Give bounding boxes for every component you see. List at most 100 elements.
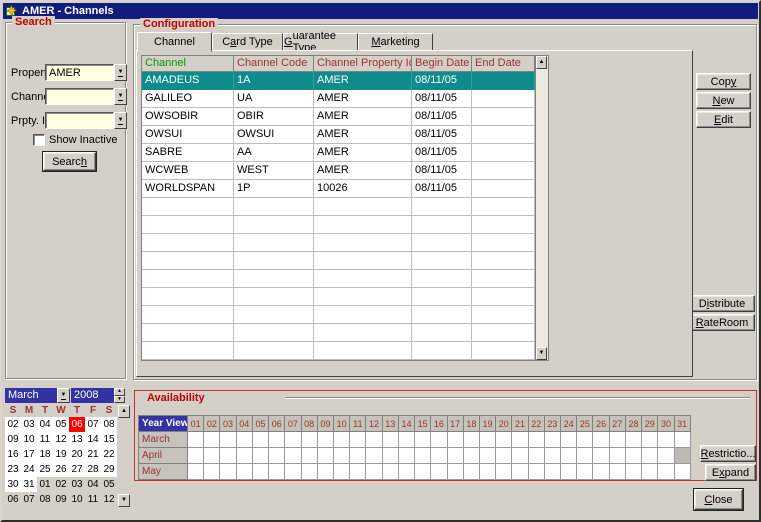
availability-cell[interactable] [512, 464, 528, 480]
scroll-up-icon[interactable]: ▲ [536, 56, 547, 69]
calendar-day[interactable]: 14 [85, 432, 101, 447]
property-input[interactable] [45, 64, 114, 81]
availability-cell[interactable] [610, 432, 626, 448]
expand-button[interactable]: Expand [705, 464, 756, 481]
availability-cell[interactable] [318, 464, 334, 480]
availability-cell[interactable] [302, 464, 318, 480]
availability-cell[interactable] [480, 432, 496, 448]
availability-cell[interactable] [204, 432, 220, 448]
availability-cell[interactable] [415, 464, 431, 480]
availability-cell[interactable] [675, 432, 691, 448]
availability-cell[interactable] [302, 448, 318, 464]
calendar-selected-day[interactable]: 06 [69, 417, 85, 432]
table-row[interactable]: AMADEUS1AAMER08/11/05 [142, 72, 535, 90]
calendar-day[interactable]: 09 [53, 492, 69, 507]
calendar-day[interactable]: 05 [101, 477, 117, 492]
table-empty-row[interactable] [142, 252, 535, 270]
availability-cell[interactable] [285, 448, 301, 464]
table-empty-row[interactable] [142, 306, 535, 324]
tab-guarantee-type[interactable]: Guarantee Type [283, 33, 358, 51]
availability-cell[interactable] [464, 432, 480, 448]
rateroom-button[interactable]: RateRoom [689, 314, 755, 331]
table-row[interactable]: WORLDSPAN1P1002608/11/05 [142, 180, 535, 198]
availability-cell[interactable] [626, 432, 642, 448]
table-row[interactable]: OWSUIOWSUIAMER08/11/05 [142, 126, 535, 144]
availability-cell[interactable] [399, 464, 415, 480]
calendar-day[interactable]: 05 [53, 417, 69, 432]
table-empty-row[interactable] [142, 342, 535, 360]
channel-dropdown-button[interactable]: ▼ [114, 88, 127, 105]
availability-cell[interactable] [383, 432, 399, 448]
calendar-day[interactable]: 28 [85, 462, 101, 477]
calendar-day[interactable]: 22 [101, 447, 117, 462]
availability-cell[interactable] [350, 464, 366, 480]
property-dropdown-button[interactable]: ▼ [114, 64, 127, 81]
availability-cell[interactable] [253, 432, 269, 448]
availability-cell[interactable] [188, 432, 204, 448]
availability-cell[interactable] [285, 432, 301, 448]
availability-cell[interactable] [269, 448, 285, 464]
availability-cell[interactable] [269, 432, 285, 448]
calendar-day[interactable]: 03 [21, 417, 37, 432]
calendar-day[interactable]: 11 [85, 492, 101, 507]
scroll-down-icon[interactable]: ▼ [118, 494, 130, 507]
calendar-day[interactable]: 08 [101, 417, 117, 432]
availability-cell[interactable] [512, 448, 528, 464]
table-row[interactable]: SABREAAAMER08/11/05 [142, 144, 535, 162]
calendar-day[interactable]: 26 [53, 462, 69, 477]
availability-cell[interactable] [675, 448, 691, 464]
availability-cell[interactable] [366, 448, 382, 464]
table-row[interactable]: OWSOBIROBIRAMER08/11/05 [142, 108, 535, 126]
search-button[interactable]: Search [43, 152, 96, 171]
availability-cell[interactable] [448, 432, 464, 448]
availability-cell[interactable] [399, 448, 415, 464]
availability-cell[interactable] [237, 448, 253, 464]
calendar-day[interactable]: 12 [101, 492, 117, 507]
calendar-day[interactable]: 24 [21, 462, 37, 477]
show-inactive-row[interactable]: Show Inactive [33, 134, 117, 146]
calendar-day[interactable]: 23 [5, 462, 21, 477]
calendar-day[interactable]: 06 [5, 492, 21, 507]
availability-cell[interactable] [577, 464, 593, 480]
year-view-cell[interactable]: Year View [139, 416, 188, 432]
calendar-day[interactable]: 07 [85, 417, 101, 432]
show-inactive-checkbox[interactable] [33, 134, 45, 146]
availability-cell[interactable] [302, 432, 318, 448]
availability-cell[interactable] [626, 448, 642, 464]
availability-cell[interactable] [415, 432, 431, 448]
calendar-day[interactable]: 04 [85, 477, 101, 492]
scroll-up-icon[interactable]: ▲ [118, 405, 130, 418]
availability-cell[interactable] [593, 464, 609, 480]
calendar-day[interactable]: 01 [37, 477, 53, 492]
availability-cell[interactable] [253, 464, 269, 480]
availability-cell[interactable] [350, 448, 366, 464]
spinner-down-icon[interactable]: ▼ [114, 396, 125, 404]
calendar-day[interactable]: 10 [69, 492, 85, 507]
calendar-day[interactable]: 11 [37, 432, 53, 447]
spinner-up-icon[interactable]: ▲ [114, 388, 125, 396]
availability-cell[interactable] [593, 448, 609, 464]
availability-cell[interactable] [415, 448, 431, 464]
availability-cell[interactable] [448, 448, 464, 464]
table-empty-row[interactable] [142, 324, 535, 342]
availability-cell[interactable] [464, 464, 480, 480]
availability-cell[interactable] [448, 464, 464, 480]
calendar-day[interactable]: 20 [69, 447, 85, 462]
table-empty-row[interactable] [142, 216, 535, 234]
calendar-day[interactable]: 30 [5, 477, 21, 492]
availability-cell[interactable] [237, 464, 253, 480]
calendar-day[interactable]: 18 [37, 447, 53, 462]
availability-cell[interactable] [464, 448, 480, 464]
calendar-scrollbar[interactable]: ▲ ▼ [118, 405, 130, 507]
calendar-day[interactable]: 04 [37, 417, 53, 432]
availability-cell[interactable] [577, 432, 593, 448]
availability-cell[interactable] [383, 464, 399, 480]
calendar-day[interactable]: 09 [5, 432, 21, 447]
availability-cell[interactable] [626, 464, 642, 480]
table-empty-row[interactable] [142, 234, 535, 252]
calendar-day[interactable]: 27 [69, 462, 85, 477]
calendar-day[interactable]: 29 [101, 462, 117, 477]
availability-cell[interactable] [545, 432, 561, 448]
availability-cell[interactable] [658, 448, 674, 464]
calendar-day[interactable]: 15 [101, 432, 117, 447]
